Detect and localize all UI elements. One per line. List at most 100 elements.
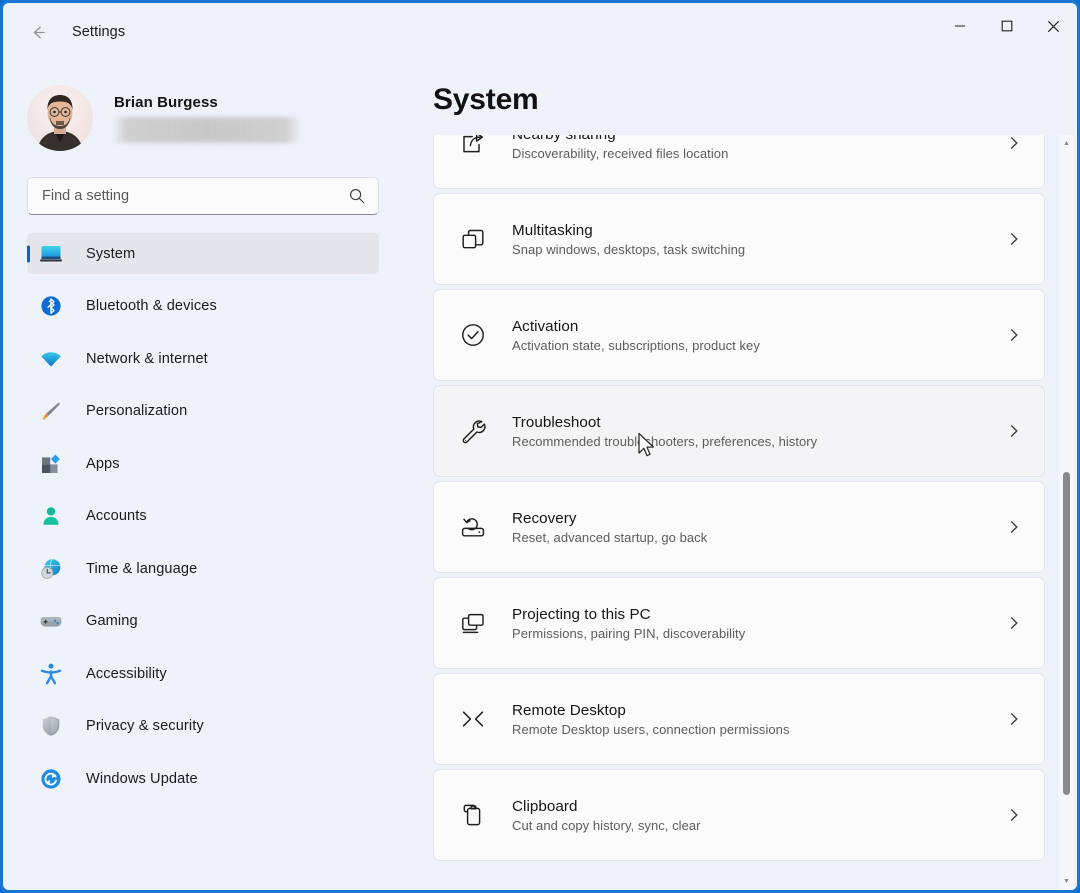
row-chevron-wrap[interactable] [1004, 135, 1024, 151]
sidebar-item-label: Apps [86, 455, 120, 472]
row-subtitle: Reset, advanced startup, go back [512, 529, 708, 545]
row-subtitle: Activation state, subscriptions, product… [512, 337, 760, 353]
sidebar-item-windows-update[interactable]: Windows Update [27, 758, 379, 799]
minimize-icon [954, 25, 965, 27]
row-chevron-wrap[interactable] [1004, 615, 1024, 631]
back-button[interactable] [20, 14, 56, 50]
back-arrow-icon [33, 26, 45, 38]
sidebar-item-label: Gaming [86, 613, 138, 629]
row-text: Clipboard Cut and copy history, sync, cle… [512, 798, 1004, 833]
maximize-button[interactable] [983, 3, 1030, 49]
row-title: Recovery [512, 509, 577, 527]
main-pane: System Nearby sharing Discoverability, re… [407, 61, 1077, 890]
row-chevron-wrap[interactable] [1004, 519, 1024, 535]
sidebar-item-accounts[interactable]: Accounts [27, 496, 379, 537]
sidebar-item-label: Privacy & security [86, 718, 204, 734]
sidebar-icon-wrap [38, 295, 64, 317]
row-title: Troubleshoot [512, 413, 601, 431]
row-subtitle: Discoverability, received files location [512, 145, 729, 161]
settings-row-recovery[interactable]: Recovery Reset, advanced startup, go back [433, 481, 1045, 573]
search-box[interactable] [27, 177, 379, 215]
sidebar-item-label: Windows Update [86, 770, 198, 787]
apps-icon [42, 454, 60, 473]
scrollbar-thumb[interactable] [1063, 472, 1070, 795]
settings-row-troubleshoot[interactable]: Troubleshoot Recommended troubleshooters,… [433, 385, 1045, 477]
sidebar-item-personalization[interactable]: Personalization [27, 391, 379, 432]
row-title: Projecting to this PC [512, 605, 651, 623]
row-chevron-wrap[interactable] [1004, 711, 1024, 727]
sidebar-item-label: Accounts [86, 508, 147, 524]
sidebar-item-label: Personalization [86, 403, 188, 419]
person-icon [43, 507, 59, 525]
close-icon [1047, 20, 1060, 32]
row-text: Projecting to this PC Permissions, pairin… [512, 606, 1004, 641]
update-icon [41, 768, 61, 789]
row-text: Nearby sharing Discoverability, received … [512, 135, 1004, 161]
sidebar-icon-wrap [38, 768, 64, 790]
row-chevron-wrap[interactable] [1004, 807, 1024, 823]
minimize-button[interactable] [936, 3, 983, 49]
gamepad-icon [40, 617, 62, 627]
sidebar-item-gaming[interactable]: Gaming [27, 601, 379, 642]
row-chevron-wrap[interactable] [1004, 231, 1024, 247]
sidebar-item-privacy-security[interactable]: Privacy & security [27, 706, 379, 747]
row-text: Remote Desktop Remote Desktop users, conn… [512, 702, 1004, 737]
row-icon-wrap [456, 606, 490, 640]
row-icon-wrap [456, 222, 490, 256]
sidebar-item-network-internet[interactable]: Network & internet [27, 338, 379, 379]
sidebar-item-label: System [86, 245, 136, 262]
settings-window: Settings Brian Burgess Find a setting Sy… [0, 0, 1080, 893]
row-title: Activation [512, 317, 579, 335]
settings-row-remote-desktop[interactable]: Remote Desktop Remote Desktop users, conn… [433, 673, 1045, 765]
sidebar-icon-wrap [38, 663, 64, 685]
account-name: Brian Burgess [114, 93, 218, 111]
share-icon [463, 135, 484, 153]
row-title: Nearby sharing [512, 135, 1004, 143]
chevron-right-icon [1010, 137, 1018, 149]
row-text: Troubleshoot Recommended troubleshooters,… [512, 414, 1004, 449]
chevron-right-icon [1010, 329, 1018, 341]
sidebar-item-time-language[interactable]: Time & language [27, 548, 379, 589]
settings-row-multitasking[interactable]: Multitasking Snap windows, desktops, task… [433, 193, 1045, 285]
scroll-down-arrow[interactable]: ▼ [1059, 873, 1074, 890]
settings-card-list: Nearby sharing Discoverability, received … [433, 135, 1045, 865]
remote-desktop-icon [462, 711, 484, 727]
settings-row-activation[interactable]: Activation Activation state, subscription… [433, 289, 1045, 381]
settings-row-clipboard[interactable]: Clipboard Cut and copy history, sync, cle… [433, 769, 1045, 861]
search-icon[interactable] [348, 187, 366, 205]
check-circle-icon [462, 324, 484, 346]
project-screen-icon [462, 613, 484, 634]
account-text: Brian Burgess [114, 94, 300, 143]
row-icon-wrap [456, 414, 490, 448]
search-input[interactable] [42, 188, 348, 204]
close-button[interactable] [1030, 3, 1077, 49]
sidebar-item-label: Bluetooth & devices [86, 298, 217, 314]
wrench-icon [462, 420, 486, 444]
settings-scroll-area: Nearby sharing Discoverability, received … [407, 135, 1077, 890]
scrollbar-track[interactable] [1059, 152, 1074, 873]
row-text: Recovery Reset, advanced startup, go back [512, 510, 1004, 545]
account-summary[interactable]: Brian Burgess [3, 61, 407, 157]
sidebar-icon-wrap [38, 243, 64, 265]
row-icon-wrap [456, 510, 490, 544]
monitor-icon [40, 245, 62, 261]
sidebar-icon-wrap [38, 348, 64, 370]
title-bar: Settings [3, 3, 1077, 61]
sidebar-item-label: Accessibility [86, 665, 167, 682]
settings-row-projecting-to-this-pc[interactable]: Projecting to this PC Permissions, pairin… [433, 577, 1045, 669]
row-chevron-wrap[interactable] [1004, 327, 1024, 343]
sidebar-item-bluetooth-devices[interactable]: Bluetooth & devices [27, 286, 379, 327]
bluetooth-icon [41, 296, 61, 316]
sidebar-item-system[interactable]: System [27, 233, 379, 274]
row-chevron-wrap[interactable] [1004, 423, 1024, 439]
window-title: Settings [72, 24, 126, 40]
sidebar-item-accessibility[interactable]: Accessibility [27, 653, 379, 694]
row-text: Multitasking Snap windows, desktops, task… [512, 222, 1004, 257]
vertical-scrollbar[interactable]: ▲ ▼ [1059, 135, 1074, 890]
chevron-right-icon [1010, 809, 1018, 821]
row-title: Clipboard [512, 797, 578, 815]
sidebar-item-apps[interactable]: Apps [27, 443, 379, 484]
scroll-up-arrow[interactable]: ▲ [1059, 135, 1074, 152]
row-text: Activation Activation state, subscription… [512, 318, 1004, 353]
settings-row-nearby-sharing[interactable]: Nearby sharing Discoverability, received … [433, 135, 1045, 189]
